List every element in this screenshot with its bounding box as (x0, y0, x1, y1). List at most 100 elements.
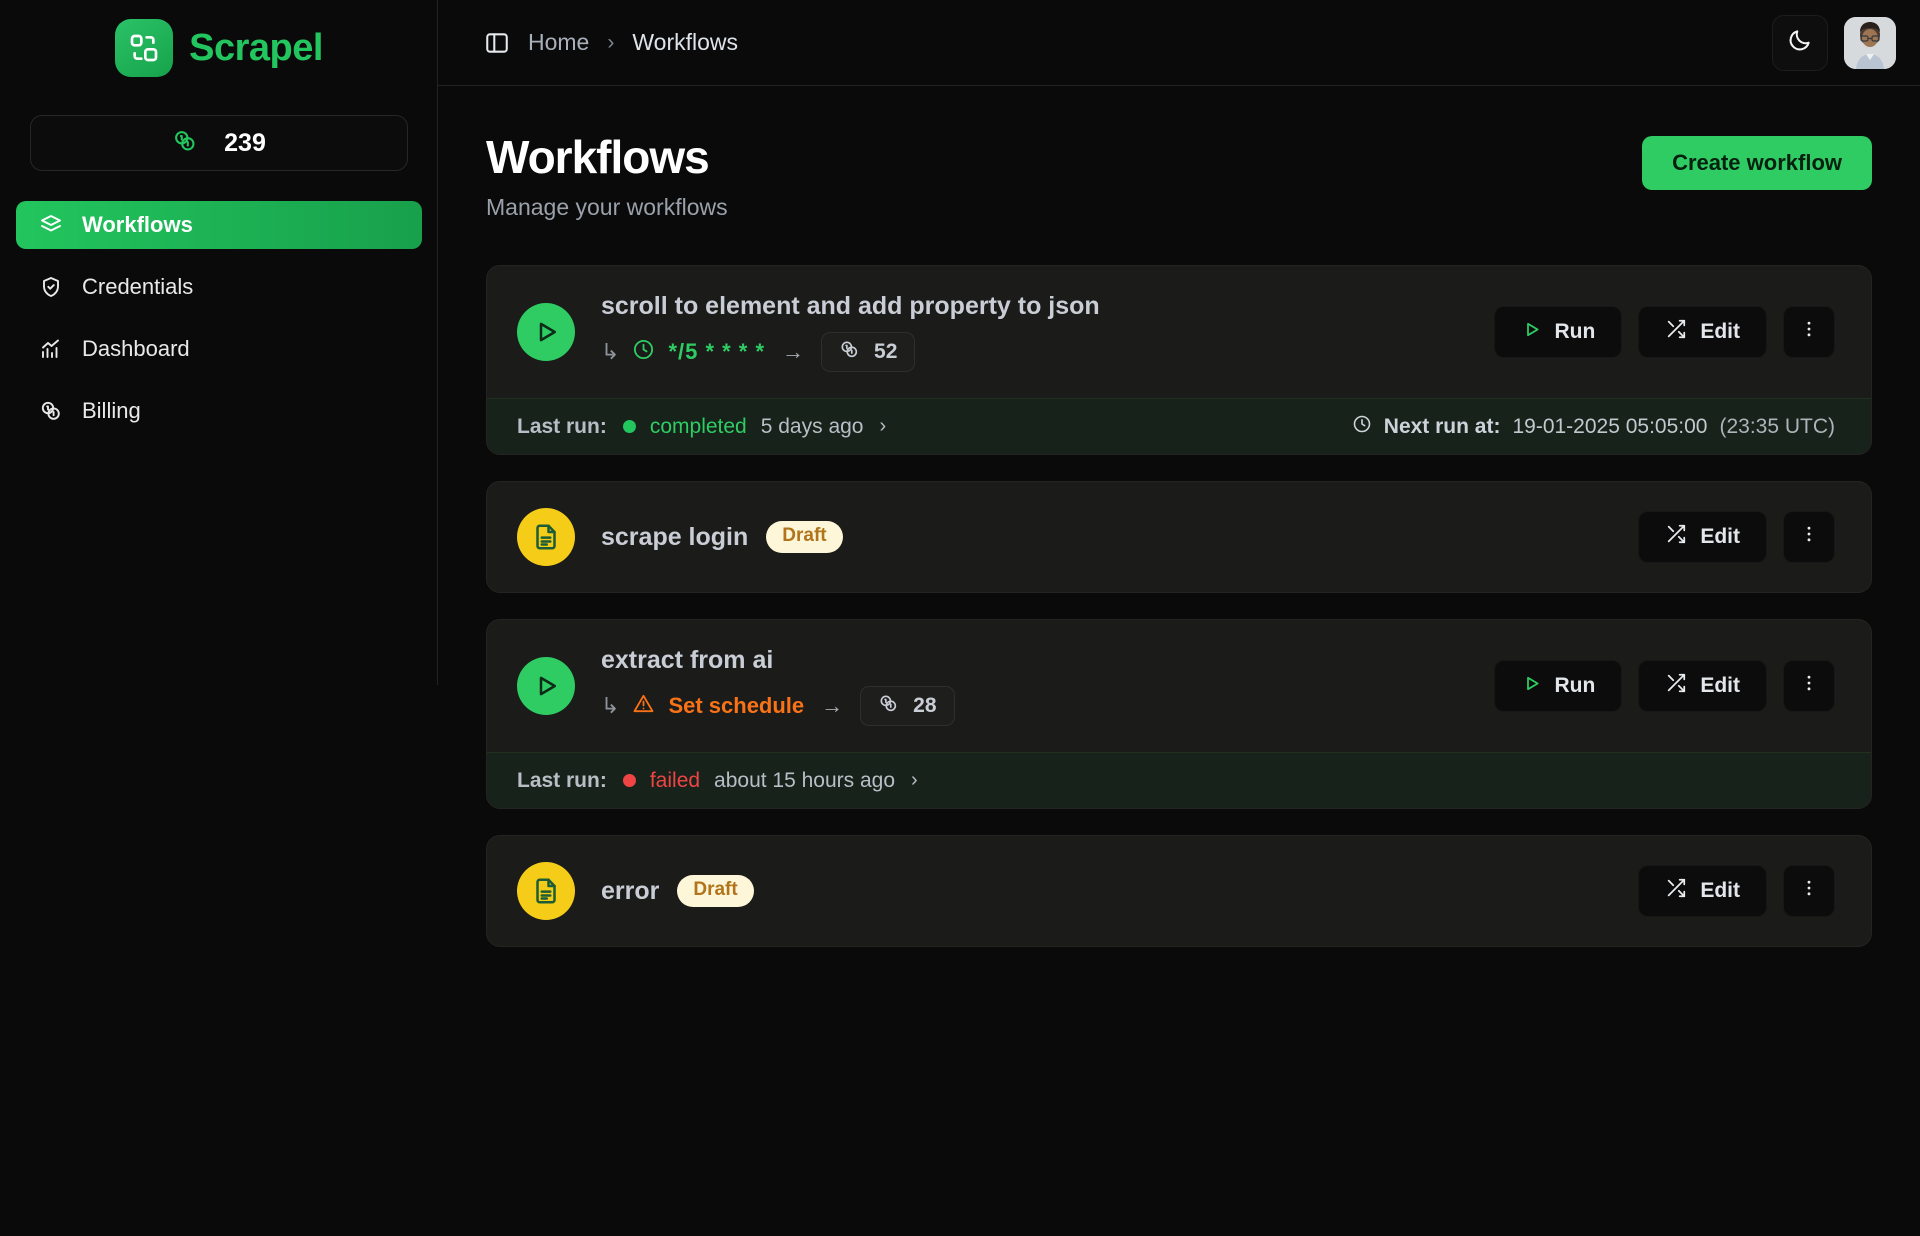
file-text-icon (517, 508, 575, 566)
edit-button[interactable]: Edit (1638, 306, 1767, 358)
workflow-name[interactable]: error (601, 877, 659, 906)
corner-arrow-icon: ↳ (601, 339, 620, 364)
breadcrumb: Home › Workflows (484, 29, 738, 56)
workflow-name[interactable]: scrape login (601, 523, 748, 552)
workflow-info: scrape login Draft (601, 521, 843, 553)
dots-vertical-icon (1799, 878, 1819, 904)
status-badge: Draft (766, 521, 843, 553)
dots-vertical-icon (1799, 319, 1819, 345)
edit-button-label: Edit (1700, 879, 1740, 902)
topbar-actions (1772, 14, 1896, 71)
workflow-info: scroll to element and add property to js… (601, 292, 1100, 372)
dots-vertical-icon (1799, 673, 1819, 699)
credit-cost-value: 28 (913, 694, 937, 717)
arrow-right-icon: → (821, 693, 844, 718)
sidebar-item-label: Billing (82, 398, 141, 423)
workflow-card[interactable]: scroll to element and add property to js… (486, 265, 1872, 455)
workflow-card-main: extract from ai ↳ Set schedule → 28 Run … (487, 620, 1871, 752)
cron-expression[interactable]: */5 * * * * (668, 339, 765, 365)
page-content: Workflows Manage your workflows Create w… (438, 86, 1920, 947)
breadcrumb-separator: › (607, 30, 615, 54)
page-header: Workflows Manage your workflows Create w… (486, 130, 1872, 221)
sidebar-item-label: Dashboard (82, 336, 190, 361)
workflow-last-run-bar[interactable]: Last run: failed about 15 hours ago › (487, 752, 1871, 808)
topbar: Home › Workflows (438, 0, 1920, 86)
next-run-utc: (23:35 UTC) (1719, 414, 1835, 438)
run-button-label: Run (1554, 674, 1596, 697)
workflow-card[interactable]: extract from ai ↳ Set schedule → 28 Run … (486, 619, 1872, 809)
page-title: Workflows (486, 131, 710, 183)
edit-button[interactable]: Edit (1638, 511, 1767, 563)
workflow-card[interactable]: scrape login Draft Edit (486, 481, 1872, 593)
brand[interactable]: Scrapel (0, 0, 438, 88)
coins-icon (172, 128, 198, 159)
sidebar-nav: Workflows Credentials Dashboard Billing (0, 201, 438, 435)
status-dot (622, 774, 636, 787)
workflow-name[interactable]: extract from ai (601, 646, 773, 675)
edit-button[interactable]: Edit (1638, 660, 1767, 712)
moon-icon (1787, 27, 1813, 58)
breadcrumb-home[interactable]: Home (528, 29, 589, 56)
workflow-actions: Run Edit (1493, 306, 1835, 358)
credits-value: 239 (224, 128, 266, 157)
sidebar-item-workflows[interactable]: Workflows (16, 201, 422, 249)
dots-vertical-icon (1799, 524, 1819, 550)
arrow-right-icon: → (782, 339, 805, 364)
set-schedule-link[interactable]: Set schedule (668, 693, 804, 719)
app-root: Scrapel 239 Workflows Credentials Dashbo… (0, 0, 1920, 1236)
breadcrumb-workflows[interactable]: Workflows (632, 29, 738, 56)
play-circle-icon[interactable] (517, 657, 575, 715)
next-run-info: Next run at: 19-01-2025 05:05:00 (23:35 … (1352, 414, 1835, 440)
run-button-label: Run (1554, 320, 1596, 343)
coins-icon (839, 339, 860, 365)
workflow-card[interactable]: error Draft Edit (486, 835, 1872, 947)
play-icon (1521, 673, 1542, 700)
more-options-button[interactable] (1783, 306, 1835, 358)
last-run-label: Last run: (517, 768, 607, 792)
workflow-schedule: ↳ */5 * * * * → 52 (601, 332, 1100, 372)
edit-button[interactable]: Edit (1638, 865, 1767, 917)
file-text-icon (517, 862, 575, 920)
edit-button-label: Edit (1700, 674, 1740, 697)
more-options-button[interactable] (1783, 511, 1835, 563)
sidebar-item-dashboard[interactable]: Dashboard (16, 325, 422, 373)
corner-arrow-icon: ↳ (601, 693, 620, 718)
edit-button-label: Edit (1700, 525, 1740, 548)
sidebar-item-billing[interactable]: Billing (16, 387, 422, 435)
sidebar-item-credentials[interactable]: Credentials (16, 263, 422, 311)
workflow-info: extract from ai ↳ Set schedule → 28 (601, 646, 955, 726)
theme-toggle-button[interactable] (1772, 14, 1828, 71)
layers-icon (38, 213, 64, 237)
create-workflow-button[interactable]: Create workflow (1642, 136, 1872, 190)
sidebar-item-label: Workflows (82, 212, 193, 237)
workflow-card-main: scroll to element and add property to js… (487, 266, 1871, 398)
workflow-name[interactable]: scroll to element and add property to js… (601, 292, 1100, 321)
workflow-last-run-bar[interactable]: Last run: completed 5 days ago › Next ru… (487, 398, 1871, 454)
last-run-time: about 15 hours ago (714, 768, 896, 792)
shield-check-icon (38, 275, 64, 299)
avatar[interactable] (1844, 16, 1896, 69)
warning-triangle-icon (632, 692, 655, 720)
clock-icon (632, 338, 655, 366)
panel-left-icon[interactable] (484, 30, 510, 56)
run-button[interactable]: Run (1493, 660, 1623, 712)
more-options-button[interactable] (1783, 865, 1835, 917)
chevron-right-icon: › (911, 769, 918, 791)
clock-icon (1352, 414, 1372, 440)
chevron-right-icon: › (879, 415, 887, 437)
edit-button-label: Edit (1700, 320, 1740, 343)
run-button[interactable]: Run (1493, 306, 1623, 358)
play-circle-icon[interactable] (517, 303, 575, 361)
status-badge: Draft (677, 875, 754, 907)
coins-icon (38, 399, 64, 423)
credit-cost-value: 52 (874, 340, 898, 363)
workflow-card-main: error Draft Edit (487, 836, 1871, 946)
status-dot (622, 420, 636, 433)
more-options-button[interactable] (1783, 660, 1835, 712)
credit-cost-chip: 28 (860, 686, 955, 726)
workflow-actions: Edit (1638, 865, 1835, 917)
shuffle-icon (1665, 523, 1687, 551)
last-run-time: 5 days ago (760, 414, 864, 438)
shuffle-icon (1665, 318, 1687, 346)
credits-counter[interactable]: 239 (30, 115, 408, 171)
